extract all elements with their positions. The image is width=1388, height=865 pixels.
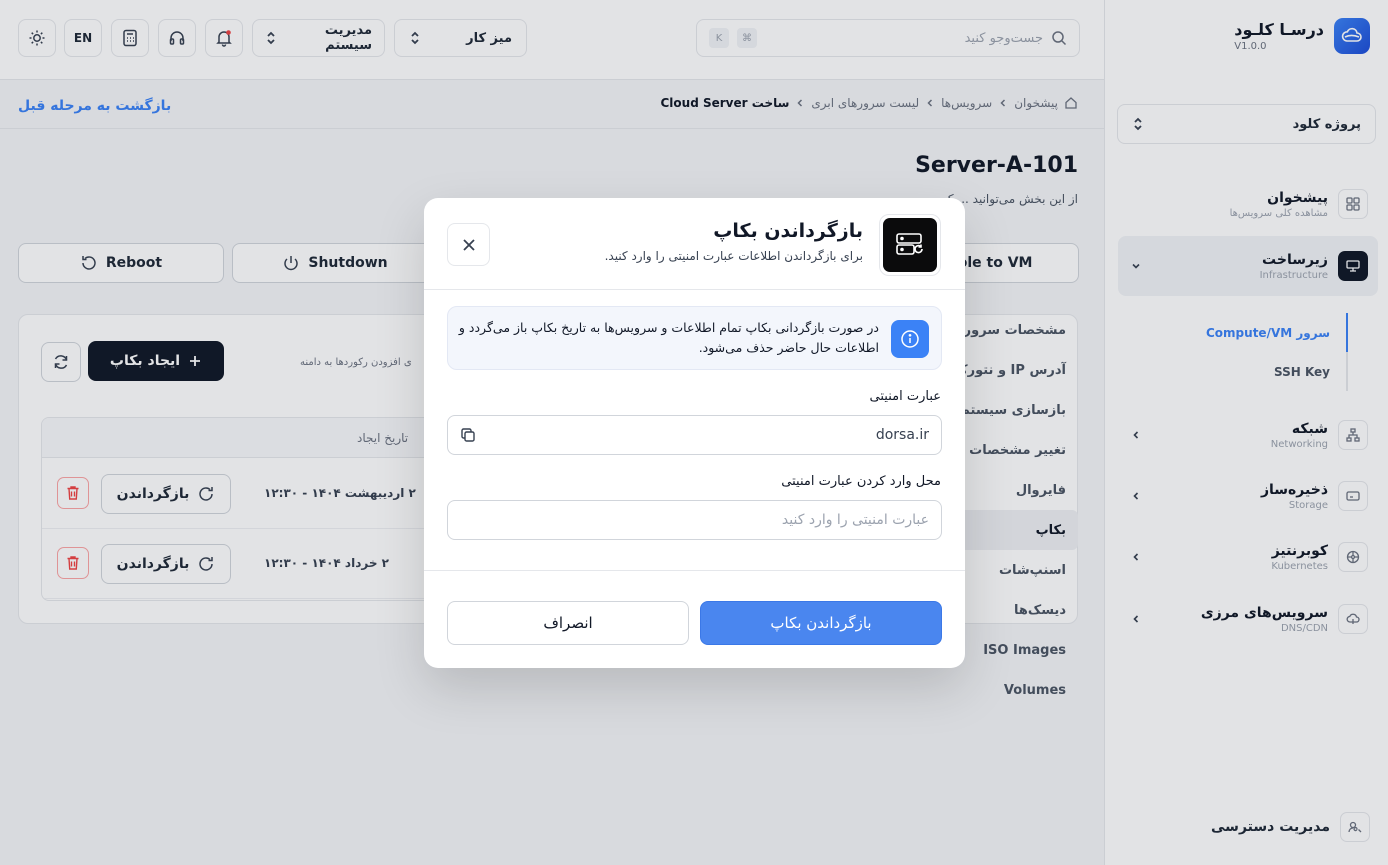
divider <box>424 570 965 571</box>
info-icon <box>891 320 929 358</box>
close-button[interactable] <box>447 223 490 266</box>
security-phrase-input-wrapper <box>447 500 942 540</box>
cancel-button[interactable]: انصراف <box>447 601 689 645</box>
restore-backup-dialog: بازگرداندن بکاپ برای بازگرداندن اطلاعات … <box>424 198 965 668</box>
dialog-title: بازگرداندن بکاپ <box>713 220 863 242</box>
dialog-header: بازگرداندن بکاپ برای بازگرداندن اطلاعات … <box>424 198 965 290</box>
security-phrase-value: dorsa.ir <box>875 427 929 443</box>
phrase-label: عبارت امنیتی <box>869 389 941 404</box>
dialog-icon-frame <box>879 214 941 276</box>
security-phrase-input[interactable] <box>460 512 929 528</box>
alert-text: در صورت بازگردانی بکاپ تمام اطلاعات و سر… <box>458 320 879 355</box>
confirm-restore-button[interactable]: بازگرداندن بکاپ <box>700 601 942 645</box>
dialog-subtitle: برای بازگرداندن اطلاعات عبارت امنیتی را … <box>604 249 863 263</box>
warning-alert: در صورت بازگردانی بکاپ تمام اطلاعات و سر… <box>447 306 942 370</box>
copy-icon[interactable] <box>460 427 476 443</box>
input-label: محل وارد کردن عبارت امنیتی <box>781 474 941 489</box>
server-restore-icon <box>883 218 937 272</box>
close-icon <box>461 237 477 253</box>
security-phrase-field: dorsa.ir <box>447 415 942 455</box>
